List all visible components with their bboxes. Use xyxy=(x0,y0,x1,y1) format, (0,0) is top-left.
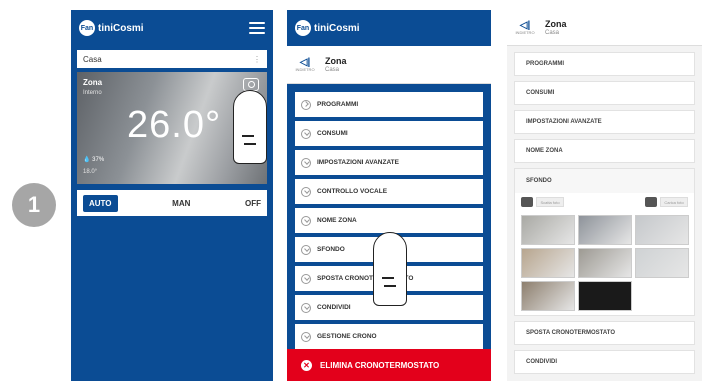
phone-home-screen: Fan tiniCosmi Casa ⋮ Zona Interno 26.0° … xyxy=(71,10,273,381)
take-photo-label: Scatta foto xyxy=(536,197,564,207)
zone-header: ◁| INDIETRO Zona Casa xyxy=(287,46,491,84)
mode-off-button[interactable]: OFF xyxy=(245,199,261,208)
upload-photo-button[interactable]: Carica foto xyxy=(645,197,688,207)
app-top-bar: Fan tiniCosmi xyxy=(71,10,273,46)
menu-item-label: SPOSTA CRONOTERMOSTATO xyxy=(526,330,616,336)
zone-title: Zona xyxy=(545,19,567,29)
upload-photo-label: Carica foto xyxy=(660,197,688,207)
background-thumbnail[interactable] xyxy=(578,281,632,311)
brand-logo: Fan tiniCosmi xyxy=(295,20,360,36)
menu-item-label: GESTIONE CRONO xyxy=(317,333,377,340)
background-thumbnail[interactable] xyxy=(635,248,689,278)
zone-header: ◁| INDIETRO Zona Casa xyxy=(507,10,702,46)
home-selector-value: Casa xyxy=(83,54,102,64)
chevron-down-icon xyxy=(301,157,311,168)
menu-item-label: PROGRAMMI xyxy=(317,101,359,108)
menu-item-label: IMPOSTAZIONI AVANZATE xyxy=(317,159,399,166)
mode-auto-button[interactable]: AUTO xyxy=(83,194,118,212)
chevron-down-icon: ⋮ xyxy=(253,54,261,64)
menu-item-gestione-crono[interactable]: GESTIONE CRONO xyxy=(295,324,483,349)
phone-zone-menu: Fan tiniCosmi ◁| INDIETRO Zona Casa PROGR… xyxy=(287,10,491,381)
zone-options-list: PROGRAMMI CONSUMI IMPOSTAZIONI AVANZATE … xyxy=(287,84,491,349)
chevron-down-icon xyxy=(301,186,311,197)
menu-item-label: IMPOSTAZIONI AVANZATE xyxy=(526,119,602,125)
background-panel: SFONDO Scatta foto Carica foto xyxy=(514,168,695,316)
back-button[interactable]: ◁| INDIETRO xyxy=(295,57,315,72)
zone-subtitle: Casa xyxy=(545,30,560,36)
menu-item-consumi[interactable]: CONSUMI xyxy=(514,81,695,105)
menu-item-label: NOME ZONA xyxy=(526,148,563,154)
chevron-down-icon xyxy=(301,244,311,255)
menu-item-label: SFONDO xyxy=(526,178,552,184)
background-thumbnail[interactable] xyxy=(578,248,632,278)
chevron-down-icon xyxy=(301,273,311,284)
chevron-down-icon xyxy=(301,215,311,226)
mode-man-button[interactable]: MAN xyxy=(172,199,190,208)
menu-item-programmi[interactable]: PROGRAMMI xyxy=(514,52,695,76)
menu-item-label: CONDIVIDI xyxy=(526,359,558,365)
chevron-down-icon xyxy=(301,331,311,342)
brand-name: tiniCosmi xyxy=(314,22,360,34)
step-number-badge: 1 xyxy=(12,183,56,227)
delete-thermostat-button[interactable]: ✕ ELIMINA CRONOTERMOSTATO xyxy=(287,349,491,381)
menu-item-label: CONTROLLO VOCALE xyxy=(317,188,388,195)
zone-subtitle: Interno xyxy=(83,90,102,96)
home-selector[interactable]: Casa ⋮ xyxy=(77,50,267,68)
background-actions: Scatta foto Carica foto xyxy=(515,193,694,211)
humidity-value: 37% xyxy=(92,157,105,163)
background-thumbnail[interactable] xyxy=(578,215,632,245)
zone-temperature: 26.0° xyxy=(127,104,222,146)
menu-item-label: PROGRAMMI xyxy=(526,61,564,67)
brand-name: tiniCosmi xyxy=(98,22,144,34)
mode-selector: AUTO MAN OFF xyxy=(77,190,267,216)
menu-item-label: NOME ZONA xyxy=(317,217,357,224)
menu-item-consumi[interactable]: CONSUMI xyxy=(295,121,483,146)
menu-item-impostazioni-avanzate[interactable]: IMPOSTAZIONI AVANZATE xyxy=(514,110,695,134)
background-thumbnail[interactable] xyxy=(635,215,689,245)
menu-item-programmi[interactable]: PROGRAMMI xyxy=(295,92,483,117)
menu-item-label: CONSUMI xyxy=(317,130,348,137)
phone-background-picker: ◁| INDIETRO Zona Casa PROGRAMMI CONSUMI I… xyxy=(507,10,702,381)
zone-humidity: 💧 37% xyxy=(83,157,105,163)
upload-icon xyxy=(645,197,657,207)
menu-item-nome-zona[interactable]: NOME ZONA xyxy=(295,208,483,233)
menu-item-impostazioni-avanzate[interactable]: IMPOSTAZIONI AVANZATE xyxy=(295,150,483,175)
tap-finger-illustration xyxy=(373,232,407,306)
chevron-right-icon xyxy=(301,99,311,110)
brand-logo: Fan tiniCosmi xyxy=(79,20,144,36)
zone-subtitle: Casa xyxy=(325,67,340,73)
zone-options-list: PROGRAMMI CONSUMI IMPOSTAZIONI AVANZATE … xyxy=(507,46,702,374)
menu-item-condividi[interactable]: CONDIVIDI xyxy=(514,350,695,374)
zone-title: Zona xyxy=(325,56,347,66)
camera-icon xyxy=(521,197,533,207)
chevron-down-icon xyxy=(301,302,311,313)
app-top-bar: Fan tiniCosmi xyxy=(287,10,491,46)
back-button[interactable]: ◁| INDIETRO xyxy=(515,20,535,35)
menu-item-sfondo[interactable]: SFONDO xyxy=(515,169,694,193)
logo-mark-icon: Fan xyxy=(79,20,95,36)
take-photo-button[interactable]: Scatta foto xyxy=(521,197,564,207)
logo-mark-icon: Fan xyxy=(295,20,311,36)
zone-name: Zona xyxy=(83,78,103,87)
chevron-down-icon xyxy=(301,128,311,139)
menu-item-controllo-vocale[interactable]: CONTROLLO VOCALE xyxy=(295,179,483,204)
close-icon: ✕ xyxy=(301,359,312,371)
menu-item-label: CONSUMI xyxy=(526,90,555,96)
menu-item-sposta-cronotermostato[interactable]: SPOSTA CRONOTERMOSTATO xyxy=(514,321,695,345)
background-thumbnail[interactable] xyxy=(521,281,575,311)
background-thumbnail-grid xyxy=(515,211,694,311)
background-thumbnail[interactable] xyxy=(521,248,575,278)
delete-thermostat-label: ELIMINA CRONOTERMOSTATO xyxy=(320,360,440,370)
menu-item-label: CONDIVIDI xyxy=(317,304,351,311)
menu-icon[interactable] xyxy=(249,22,265,34)
tap-finger-illustration xyxy=(233,90,267,164)
background-thumbnail[interactable] xyxy=(521,215,575,245)
menu-item-nome-zona[interactable]: NOME ZONA xyxy=(514,139,695,163)
outdoor-temperature: 18.0° xyxy=(83,169,98,175)
back-button-label: INDIETRO xyxy=(295,66,315,72)
menu-item-label: SFONDO xyxy=(317,246,345,253)
back-button-label: INDIETRO xyxy=(515,29,535,35)
